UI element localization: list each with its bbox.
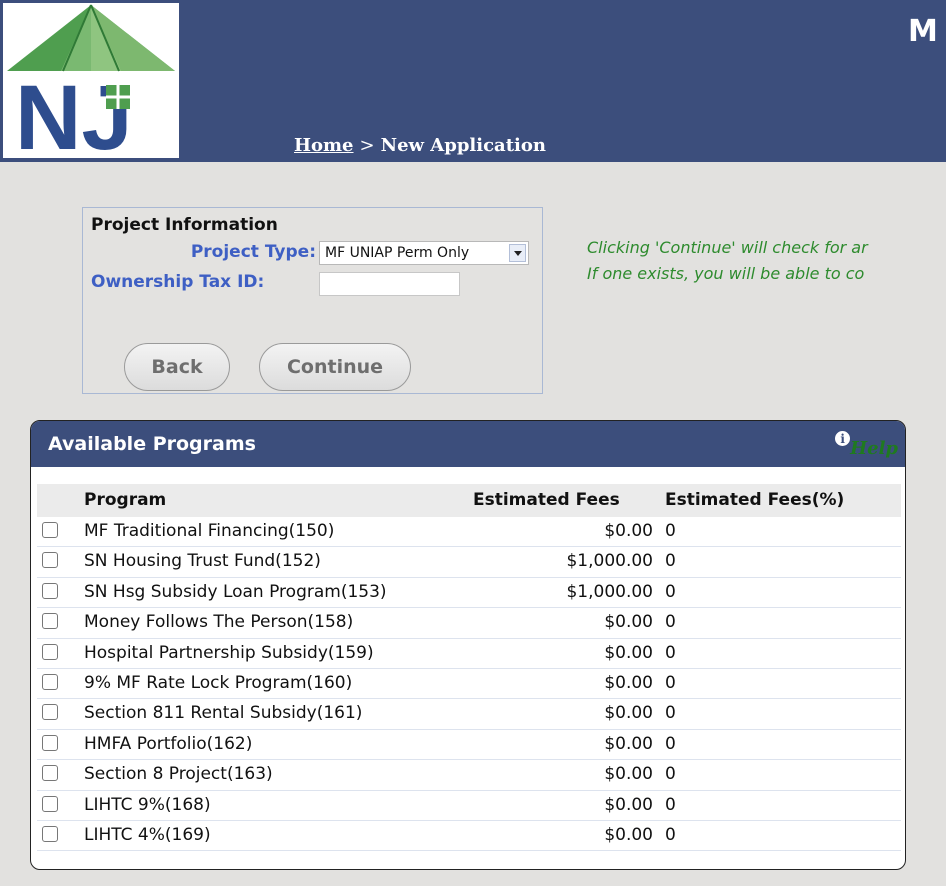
program-estimated-fee: $0.00 bbox=[604, 733, 653, 754]
program-name: Section 811 Rental Subsidy(161) bbox=[84, 703, 363, 724]
program-estimated-fee-pct: 0 bbox=[665, 642, 676, 663]
notice-line-1: Clicking 'Continue' will check for ar bbox=[587, 238, 868, 257]
table-row: LIHTC 9%(168) $0.00 0 bbox=[37, 791, 901, 821]
program-estimated-fee-pct: 0 bbox=[665, 824, 676, 845]
program-checkbox[interactable] bbox=[42, 765, 58, 782]
help-label: Help bbox=[850, 438, 898, 459]
programs-header: Available Programs i Help bbox=[31, 421, 905, 467]
project-type-select[interactable]: MF UNIAP Perm Only bbox=[319, 241, 529, 265]
program-name: 9% MF Rate Lock Program(160) bbox=[84, 672, 353, 693]
column-header-estimated-fees: Estimated Fees bbox=[473, 490, 620, 510]
app-header: NJ M Home > New Application bbox=[0, 0, 946, 169]
table-row: SN Hsg Subsidy Loan Program(153) $1,000.0… bbox=[37, 578, 901, 609]
program-checkbox[interactable] bbox=[42, 613, 58, 630]
program-estimated-fee: $0.00 bbox=[604, 764, 653, 785]
project-type-label: Project Type: bbox=[190, 242, 316, 262]
ownership-tax-id-input[interactable] bbox=[319, 272, 460, 296]
project-info-heading: Project Information bbox=[91, 215, 278, 235]
program-name: LIHTC 4%(169) bbox=[84, 824, 211, 845]
project-type-value: MF UNIAP Perm Only bbox=[325, 245, 470, 261]
breadcrumb: Home > New Application bbox=[294, 135, 546, 156]
table-row: SN Housing Trust Fund(152) $1,000.00 0 bbox=[37, 547, 901, 578]
help-link[interactable]: i Help bbox=[835, 431, 898, 459]
program-checkbox[interactable] bbox=[42, 673, 58, 690]
table-row: Money Follows The Person(158) $0.00 0 bbox=[37, 608, 901, 639]
program-estimated-fee: $0.00 bbox=[604, 672, 653, 693]
house-logo-icon: NJ bbox=[7, 4, 175, 169]
program-name: Money Follows The Person(158) bbox=[84, 612, 354, 633]
program-checkbox[interactable] bbox=[42, 704, 58, 721]
program-estimated-fee-pct: 0 bbox=[665, 672, 676, 693]
program-estimated-fee: $0.00 bbox=[604, 794, 653, 815]
nj-logo[interactable]: NJ bbox=[3, 3, 179, 169]
program-name: SN Housing Trust Fund(152) bbox=[84, 551, 321, 572]
table-row: Section 811 Rental Subsidy(161) $0.00 0 bbox=[37, 699, 901, 730]
logo-text: NJ bbox=[15, 67, 133, 158]
back-button[interactable]: Back bbox=[124, 343, 230, 391]
header-title: M bbox=[908, 14, 938, 49]
project-info-panel: Project Information Project Type: MF UNI… bbox=[82, 207, 543, 394]
table-row: MF Traditional Financing(150) $0.00 0 bbox=[37, 517, 901, 548]
table-row: 9% MF Rate Lock Program(160) $0.00 0 bbox=[37, 669, 901, 700]
program-checkbox[interactable] bbox=[42, 643, 58, 660]
program-estimated-fee: $0.00 bbox=[604, 824, 653, 845]
program-name: Section 8 Project(163) bbox=[84, 764, 273, 785]
program-checkbox[interactable] bbox=[42, 552, 58, 569]
breadcrumb-separator: > bbox=[359, 135, 375, 156]
program-estimated-fee-pct: 0 bbox=[665, 703, 676, 724]
program-estimated-fee: $0.00 bbox=[604, 642, 653, 663]
info-icon: i bbox=[835, 431, 851, 446]
program-name: HMFA Portfolio(162) bbox=[84, 733, 253, 754]
program-estimated-fee-pct: 0 bbox=[665, 581, 676, 602]
table-row: HMFA Portfolio(162) $0.00 0 bbox=[37, 730, 901, 761]
table-row: Hospital Partnership Subsidy(159) $0.00 0 bbox=[37, 639, 901, 669]
table-row: LIHTC 4%(169) $0.00 0 bbox=[37, 821, 901, 852]
program-name: SN Hsg Subsidy Loan Program(153) bbox=[84, 581, 387, 602]
program-estimated-fee: $0.00 bbox=[604, 521, 653, 541]
ownership-tax-id-label: Ownership Tax ID: bbox=[91, 272, 265, 292]
continue-notice: Clicking 'Continue' will check for ar If… bbox=[587, 235, 946, 287]
program-checkbox[interactable] bbox=[42, 734, 58, 751]
notice-line-2: If one exists, you will be able to co bbox=[587, 264, 865, 283]
program-estimated-fee: $0.00 bbox=[604, 703, 653, 724]
program-checkbox[interactable] bbox=[42, 582, 58, 599]
program-estimated-fee-pct: 0 bbox=[665, 521, 676, 541]
breadcrumb-current: New Application bbox=[380, 135, 546, 156]
programs-table: Program Estimated Fees Estimated Fees(%)… bbox=[37, 484, 901, 852]
program-estimated-fee-pct: 0 bbox=[665, 764, 676, 785]
program-name: Hospital Partnership Subsidy(159) bbox=[84, 642, 374, 663]
table-body: MF Traditional Financing(150) $0.00 0 SN Ho… bbox=[37, 517, 901, 852]
program-estimated-fee-pct: 0 bbox=[665, 612, 676, 633]
column-header-program: Program bbox=[84, 490, 167, 510]
program-name: LIHTC 9%(168) bbox=[84, 794, 211, 815]
program-estimated-fee-pct: 0 bbox=[665, 794, 676, 815]
program-estimated-fee-pct: 0 bbox=[665, 733, 676, 754]
table-header: Program Estimated Fees Estimated Fees(%) bbox=[37, 484, 901, 517]
program-checkbox[interactable] bbox=[42, 522, 58, 538]
program-estimated-fee: $0.00 bbox=[604, 612, 653, 633]
program-estimated-fee: $1,000.00 bbox=[566, 551, 653, 572]
program-estimated-fee: $1,000.00 bbox=[566, 581, 653, 602]
program-checkbox[interactable] bbox=[42, 825, 58, 842]
breadcrumb-home-link[interactable]: Home bbox=[294, 135, 354, 156]
programs-title: Available Programs bbox=[48, 433, 256, 455]
program-checkbox[interactable] bbox=[42, 795, 58, 812]
program-name: MF Traditional Financing(150) bbox=[84, 521, 335, 541]
available-programs-panel: Available Programs i Help Program Estima… bbox=[30, 420, 906, 870]
program-estimated-fee-pct: 0 bbox=[665, 551, 676, 572]
continue-button[interactable]: Continue bbox=[259, 343, 411, 391]
table-row: Section 8 Project(163) $0.00 0 bbox=[37, 760, 901, 791]
chevron-down-icon[interactable] bbox=[509, 244, 526, 262]
column-header-estimated-fees-pct: Estimated Fees(%) bbox=[665, 490, 845, 510]
